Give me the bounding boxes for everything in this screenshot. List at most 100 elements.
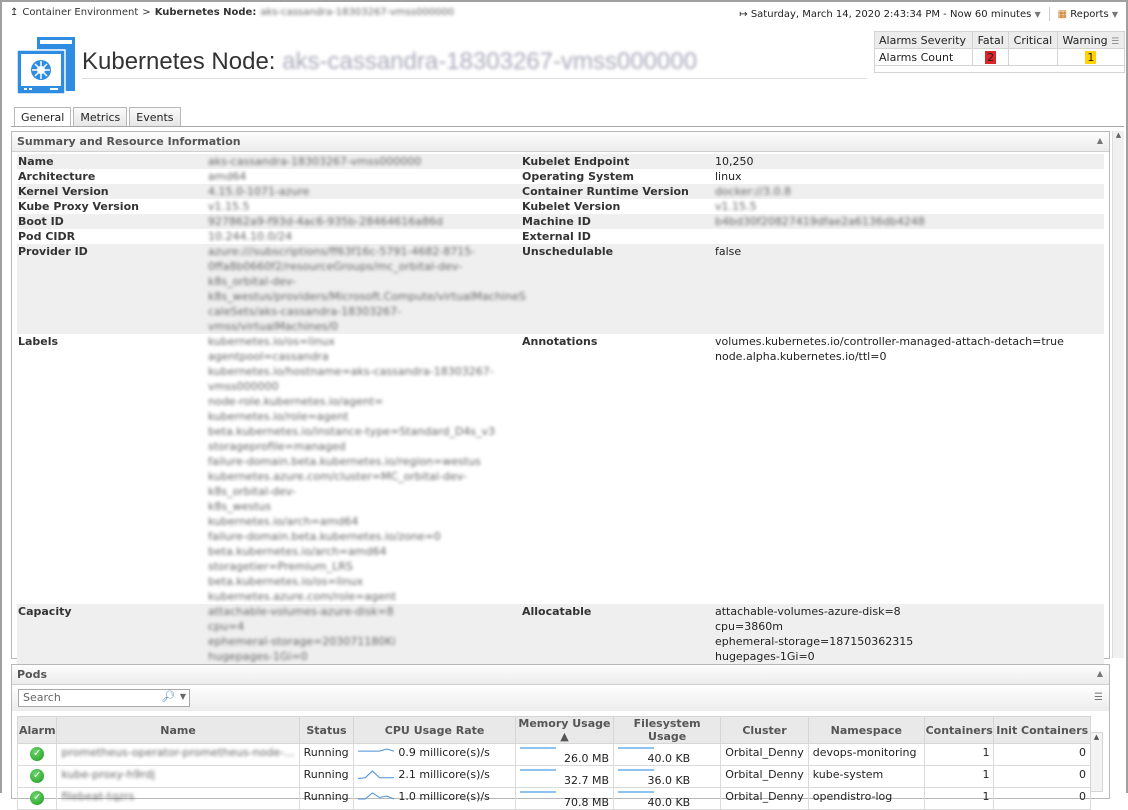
name-cell[interactable]: filebeat-tqzrs bbox=[56, 787, 300, 810]
alarms-warning-count[interactable]: 1 bbox=[1056, 48, 1126, 66]
containers-cell: 1 bbox=[923, 787, 995, 810]
alarms-header-warning: Warning ☰ bbox=[1056, 31, 1126, 49]
column-menu-icon[interactable]: ☰ bbox=[1094, 692, 1103, 703]
column-header[interactable]: Namespace bbox=[807, 716, 925, 744]
pod-name[interactable]: kube-proxy-h9rdj bbox=[61, 768, 155, 781]
summary-value-line: attachable-volumes-azure-disk=8 bbox=[208, 605, 394, 618]
pods-table-scrollbar[interactable]: ▲ bbox=[1090, 732, 1103, 792]
column-header[interactable]: Filesystem Usage bbox=[613, 716, 722, 744]
pods-search-input[interactable]: Search 🔎︎ ▼ bbox=[18, 689, 190, 707]
summary-value-line: 927862a9-f93d-4ac6-935b-28464616a86d bbox=[208, 215, 443, 228]
summary-value-line: failure-domain.beta.kubernetes.io/region… bbox=[208, 455, 481, 468]
chevron-down-icon[interactable]: ▼ bbox=[180, 692, 186, 701]
ok-status-icon: ✓ bbox=[30, 747, 45, 761]
warning-badge[interactable]: 1 bbox=[1085, 50, 1097, 64]
column-menu-icon[interactable]: ☰ bbox=[1111, 37, 1119, 47]
tab-general[interactable]: General bbox=[14, 107, 72, 127]
back-icon[interactable]: ↥ bbox=[10, 7, 18, 18]
pod-name[interactable]: prometheus-operator-prometheus-node-... bbox=[61, 746, 294, 759]
column-header[interactable]: Status bbox=[298, 716, 355, 744]
summary-value-line: storageprofile=managed bbox=[208, 440, 346, 453]
name-cell[interactable]: prometheus-operator-prometheus-node-... bbox=[56, 743, 300, 766]
reports-button[interactable]: ▦ Reports ▼ bbox=[1058, 9, 1118, 20]
kubernetes-node-icon bbox=[16, 37, 75, 95]
summary-label: Kube Proxy Version bbox=[18, 200, 139, 213]
status-cell: Running bbox=[298, 787, 355, 810]
summary-value: 927862a9-f93d-4ac6-935b-28464616a86d bbox=[208, 214, 522, 229]
alarms-fatal-count[interactable]: 2 bbox=[972, 48, 1010, 66]
time-range-label: Saturday, March 14, 2020 2:43:34 PM - No… bbox=[750, 8, 1032, 20]
chevron-down-icon: ▼ bbox=[1111, 9, 1118, 19]
fatal-badge[interactable]: 2 bbox=[985, 50, 997, 64]
breadcrumb-separator-icon: > bbox=[142, 7, 151, 18]
summary-label: Boot ID bbox=[18, 215, 64, 228]
table-row[interactable]: ✓ kube-proxy-h9rdj Running 2.1 millicore(s)… bbox=[16, 765, 1091, 788]
containers-cell: 1 bbox=[923, 765, 995, 788]
page-title: Kubernetes Node: aks-cassandra-18303267-… bbox=[82, 48, 867, 79]
search-icon[interactable]: 🔎︎ bbox=[161, 690, 175, 703]
summary-value-line: amd64 bbox=[208, 170, 247, 183]
summary-label: Pod CIDR bbox=[18, 230, 76, 243]
pod-name[interactable]: filebeat-tqzrs bbox=[61, 790, 134, 803]
status-cell: Running bbox=[298, 743, 355, 766]
column-header[interactable]: Alarm bbox=[16, 716, 58, 744]
alarm-cell: ✓ bbox=[16, 765, 58, 788]
summary-row: Kube Proxy Version v1.15.5 Kubelet Version… bbox=[17, 199, 1104, 214]
time-range-selector[interactable]: ↦ Saturday, March 14, 2020 2:43:34 PM - … bbox=[739, 9, 1040, 20]
memory-cell: 26.0 MB bbox=[514, 743, 615, 766]
summary-value-line: cpu=3860m bbox=[715, 620, 783, 633]
summary-value: v1.15.5 bbox=[208, 199, 522, 214]
summary-value-line: node-role.kubernetes.io/agent= bbox=[208, 395, 384, 408]
ok-status-icon: ✓ bbox=[30, 791, 45, 805]
column-header[interactable]: Name bbox=[56, 716, 300, 744]
collapse-icon[interactable]: ▲ bbox=[1097, 669, 1103, 678]
column-header[interactable]: Memory Usage ▲ bbox=[514, 716, 615, 744]
column-header[interactable]: Containers bbox=[923, 716, 995, 744]
top-toolbar: ↦ Saturday, March 14, 2020 2:43:34 PM - … bbox=[739, 7, 1118, 21]
tab-metrics[interactable]: Metrics bbox=[73, 107, 128, 126]
summary-label: External ID bbox=[522, 230, 591, 243]
summary-value-line: azure:///subscriptions/ff63f16c-5791-468… bbox=[208, 245, 476, 258]
summary-value-line: beta.kubernetes.io/os=linux bbox=[208, 575, 364, 588]
alarms-footer bbox=[874, 65, 1125, 73]
collapse-icon[interactable]: ▲ bbox=[1097, 136, 1103, 145]
page-scrollbar[interactable]: ▲ bbox=[1112, 131, 1124, 658]
summary-value-line: b4bd30f20827419dfae2a6136db4248 bbox=[715, 215, 925, 228]
alarms-critical-count[interactable] bbox=[1008, 48, 1058, 66]
summary-value-line: ephemeral-storage=187150362315 bbox=[715, 635, 914, 648]
tab-divider bbox=[11, 126, 1124, 127]
table-row[interactable]: ✓ filebeat-tqzrs Running 1.0 millicore(s)/s… bbox=[16, 787, 1091, 810]
alarm-cell: ✓ bbox=[16, 743, 58, 766]
summary-value-line: 10.244.10.0/24 bbox=[208, 230, 293, 243]
summary-value: kubernetes.io/os=linux agentpool=cassandr… bbox=[208, 334, 522, 604]
name-cell[interactable]: kube-proxy-h9rdj bbox=[56, 765, 300, 788]
column-header[interactable]: Init Containers bbox=[993, 716, 1091, 744]
summary-value-line: node.alpha.kubernetes.io/ttl=0 bbox=[715, 350, 887, 363]
summary-label: Unschedulable bbox=[522, 245, 614, 258]
summary-row: Provider ID azure:///subscriptions/ff63f1… bbox=[17, 244, 1104, 334]
scroll-up-icon[interactable]: ▲ bbox=[1094, 733, 1099, 741]
summary-value: volumes.kubernetes.io/controller-managed… bbox=[715, 334, 1104, 604]
cpu-cell: 2.1 millicore(s)/s bbox=[353, 765, 516, 788]
column-header[interactable]: CPU Usage Rate bbox=[353, 716, 516, 744]
reports-label: Reports bbox=[1070, 8, 1109, 20]
summary-value-line: false bbox=[715, 245, 742, 258]
report-icon: ▦ bbox=[1057, 8, 1068, 20]
summary-value-line: k8s_westus/providers/Microsoft.Compute/v… bbox=[208, 290, 526, 303]
summary-value-line: 10,250 bbox=[715, 155, 754, 168]
status-cell: Running bbox=[298, 765, 355, 788]
tab-events[interactable]: Events bbox=[129, 107, 181, 126]
column-header[interactable]: Cluster bbox=[720, 716, 809, 744]
filesystem-bar bbox=[618, 747, 655, 749]
summary-value-line: 0ffa8b0660f2/resourceGroups/mc_orbital-d… bbox=[208, 260, 462, 288]
alarms-count-label: Alarms Count bbox=[873, 48, 974, 66]
table-row[interactable]: ✓ prometheus-operator-prometheus-node-...… bbox=[16, 743, 1091, 766]
summary-label: Kernel Version bbox=[18, 185, 109, 198]
scroll-up-icon[interactable]: ▲ bbox=[1113, 131, 1124, 139]
memory-bar bbox=[519, 747, 556, 749]
filesystem-cell: 40.0 KB bbox=[613, 787, 722, 810]
pods-table: Alarm Name Status CPU Usage Rate Memory Usag… bbox=[16, 716, 1091, 810]
breadcrumb-parent[interactable]: Container Environment bbox=[22, 7, 138, 18]
summary-value: amd64 bbox=[208, 169, 522, 184]
summary-value: 10,250 bbox=[715, 154, 1104, 169]
